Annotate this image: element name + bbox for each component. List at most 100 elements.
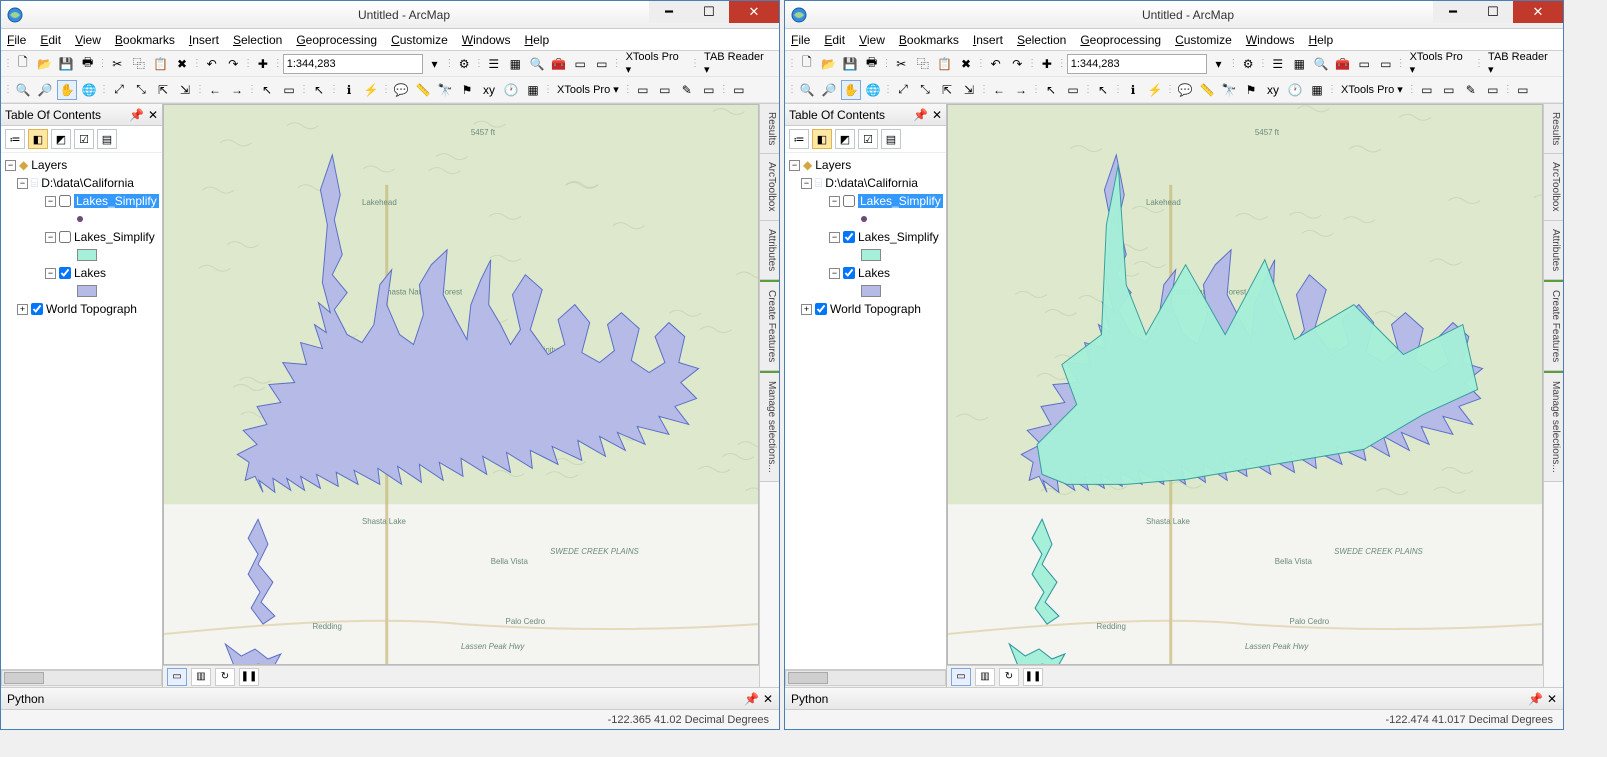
layers-root-label[interactable]: Layers	[31, 158, 67, 172]
modelbuilder-icon[interactable]: ▭	[592, 54, 612, 74]
search-icon[interactable]: 🔍	[1311, 54, 1331, 74]
dock-tab[interactable]: ArcToolbox	[1544, 154, 1563, 220]
data-view-tab[interactable]: ▭	[951, 668, 971, 686]
expand-icon[interactable]: −	[789, 160, 800, 171]
fixed-zoom-in-icon[interactable]: ⤢	[109, 80, 129, 100]
python-icon[interactable]: ▭	[1354, 54, 1374, 74]
find-icon[interactable]: 🔭	[1219, 80, 1239, 100]
list-by-visibility-icon[interactable]: ◩	[835, 129, 855, 149]
menu-item[interactable]: Geoprocessing	[296, 33, 377, 47]
layout-view-tab[interactable]: ▥	[975, 668, 995, 686]
fixed-zoom-out-icon[interactable]: ⤡	[915, 80, 935, 100]
tool-c-icon[interactable]: ✎	[677, 80, 697, 100]
layer-checkbox[interactable]	[843, 195, 855, 207]
close-icon[interactable]: ✕	[1547, 692, 1557, 706]
pointer-icon[interactable]: ↖	[1093, 80, 1113, 100]
layer-checkbox[interactable]	[843, 231, 855, 243]
editor-toolbar-icon[interactable]: ⚙	[454, 54, 474, 74]
cut-icon[interactable]: ✂	[107, 54, 127, 74]
toolbox-icon[interactable]: 🧰	[549, 54, 569, 74]
print-icon[interactable]: 🖶	[862, 54, 882, 74]
layer-label[interactable]: Lakes	[858, 266, 890, 280]
layer-checkbox[interactable]	[59, 195, 71, 207]
scale-input[interactable]	[283, 54, 423, 74]
forward-icon[interactable]: →	[1011, 80, 1031, 100]
undo-icon[interactable]: ↶	[202, 54, 222, 74]
map-viewport[interactable]: 5457 ftLakeheadShasta National ForestWhi…	[163, 104, 759, 665]
refresh-icon[interactable]: ↻	[215, 668, 235, 686]
undo-icon[interactable]: ↶	[986, 54, 1006, 74]
back-icon[interactable]: ←	[205, 80, 225, 100]
menu-item[interactable]: Help	[1308, 33, 1333, 47]
tool-c-icon[interactable]: ✎	[1461, 80, 1481, 100]
expand-icon[interactable]: −	[45, 196, 56, 207]
viewer-icon[interactable]: ▦	[523, 80, 543, 100]
menu-item[interactable]: Help	[524, 33, 549, 47]
save-icon[interactable]: 💾	[56, 54, 76, 74]
search-icon[interactable]: 🔍	[527, 54, 547, 74]
close-icon[interactable]: ✕	[763, 692, 773, 706]
redo-icon[interactable]: ↷	[1007, 54, 1027, 74]
pin-icon[interactable]: 📌	[913, 108, 928, 122]
pin-icon[interactable]: 📌	[1528, 692, 1543, 706]
tool-d-icon[interactable]: ▭	[1483, 80, 1503, 100]
time-slider-icon[interactable]: 🕐	[501, 80, 521, 100]
datasource-label[interactable]: D:\data\California	[825, 176, 918, 190]
clear-select-icon[interactable]: ▭	[279, 80, 299, 100]
close-button[interactable]: ✕	[1513, 1, 1563, 23]
menu-item[interactable]: Geoprocessing	[1080, 33, 1161, 47]
measure-icon[interactable]: 📏	[1197, 80, 1217, 100]
list-by-selection-icon[interactable]: ☑	[74, 129, 94, 149]
menu-item[interactable]: File	[791, 33, 810, 47]
copy-icon[interactable]: ⿻	[129, 54, 149, 74]
scale-dropdown-icon[interactable]: ▾	[1209, 54, 1229, 74]
new-icon[interactable]: 🗋	[797, 54, 817, 74]
expand-icon[interactable]: −	[45, 232, 56, 243]
minimize-button[interactable]: ━	[1433, 1, 1473, 23]
toolbox-icon[interactable]: 🧰	[1333, 54, 1353, 74]
next-zoom-icon[interactable]: ⇲	[175, 80, 195, 100]
menu-item[interactable]: Customize	[391, 33, 448, 47]
menu-item[interactable]: Windows	[462, 33, 511, 47]
options-icon[interactable]: ▤	[881, 129, 901, 149]
dock-tab[interactable]: Create Features	[760, 280, 779, 371]
pause-icon[interactable]: ❚❚	[1023, 668, 1043, 686]
expand-icon[interactable]: +	[801, 304, 812, 315]
full-extent-icon[interactable]: 🌐	[79, 80, 99, 100]
tool-d-icon[interactable]: ▭	[699, 80, 719, 100]
html-popup-icon[interactable]: 💬	[391, 80, 411, 100]
open-icon[interactable]: 📂	[819, 54, 839, 74]
menu-item[interactable]: Edit	[824, 33, 845, 47]
find-route-icon[interactable]: ⚑	[1241, 80, 1261, 100]
cut-icon[interactable]: ✂	[891, 54, 911, 74]
pointer-icon[interactable]: ↖	[309, 80, 329, 100]
close-button[interactable]: ✕	[729, 1, 779, 23]
scale-input[interactable]	[1067, 54, 1207, 74]
delete-icon[interactable]: ✖	[956, 54, 976, 74]
xtools-dropdown[interactable]: XTools Pro ▾	[622, 51, 690, 76]
identify-icon[interactable]: ℹ	[1123, 80, 1143, 100]
horizontal-scrollbar[interactable]	[1, 670, 162, 686]
hyperlink-icon[interactable]: ⚡	[361, 80, 381, 100]
find-icon[interactable]: 🔭	[435, 80, 455, 100]
menu-item[interactable]: Edit	[40, 33, 61, 47]
menu-item[interactable]: View	[75, 33, 101, 47]
layer-checkbox[interactable]	[59, 231, 71, 243]
menu-item[interactable]: Insert	[189, 33, 219, 47]
map-viewport[interactable]: 5457 ftLakeheadShasta National ForestWhi…	[947, 104, 1543, 665]
menu-item[interactable]: Bookmarks	[115, 33, 175, 47]
menu-item[interactable]: Selection	[1017, 33, 1066, 47]
menu-item[interactable]: Customize	[1175, 33, 1232, 47]
viewer-icon[interactable]: ▦	[1307, 80, 1327, 100]
layer-label[interactable]: World Topograph	[46, 302, 137, 316]
layer-label[interactable]: World Topograph	[830, 302, 921, 316]
delete-icon[interactable]: ✖	[172, 54, 192, 74]
dock-tab[interactable]: Attributes	[1544, 221, 1563, 280]
zoom-in-icon[interactable]: 🔍	[797, 80, 817, 100]
new-icon[interactable]: 🗋	[13, 54, 33, 74]
layer-label[interactable]: Lakes_Simplify	[858, 230, 939, 244]
expand-icon[interactable]: −	[829, 268, 840, 279]
list-by-source-icon[interactable]: ◧	[812, 129, 832, 149]
paste-icon[interactable]: 📋	[151, 54, 171, 74]
hyperlink-icon[interactable]: ⚡	[1145, 80, 1165, 100]
